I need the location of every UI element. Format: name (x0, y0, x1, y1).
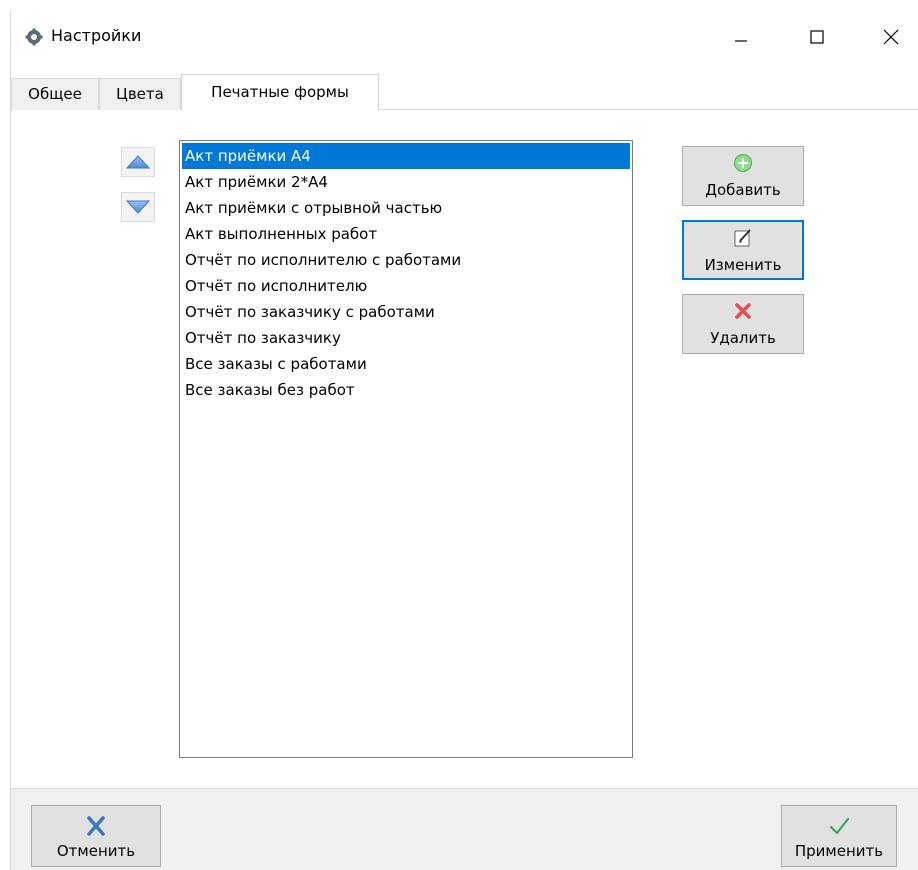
list-item[interactable]: Отчёт по исполнителю (182, 273, 630, 299)
edit-button[interactable]: Изменить (682, 220, 804, 280)
print-forms-panel: Акт приёмки А4 Акт приёмки 2*А4 Акт приё… (11, 110, 918, 788)
delete-button-label: Удалить (710, 329, 776, 347)
tab-colors[interactable]: Цвета (99, 78, 181, 110)
move-down-button[interactable] (121, 192, 155, 222)
list-item[interactable]: Акт приёмки 2*А4 (182, 169, 630, 195)
maximize-button[interactable] (794, 10, 840, 64)
title-bar[interactable]: Настройки (11, 10, 918, 64)
list-item[interactable]: Отчёт по исполнителю с работами (182, 247, 630, 273)
list-item[interactable]: Все заказы без работ (182, 377, 630, 403)
settings-window: Настройки Общее Цвета Печатные формы Акт… (10, 10, 918, 870)
list-item[interactable]: Акт приёмки А4 (182, 143, 630, 169)
maximize-icon (810, 30, 824, 44)
arrow-down-icon (126, 200, 150, 214)
minimize-icon (735, 40, 747, 42)
checkmark-icon (829, 817, 850, 835)
list-item[interactable]: Отчёт по заказчику с работами (182, 299, 630, 325)
list-item[interactable]: Акт выполненных работ (182, 221, 630, 247)
arrow-up-icon (126, 155, 150, 169)
cancel-x-icon (87, 816, 105, 836)
add-button[interactable]: Добавить (682, 146, 804, 206)
close-icon (883, 29, 899, 45)
cancel-button[interactable]: Отменить (31, 805, 161, 867)
add-button-label: Добавить (705, 181, 781, 199)
list-item[interactable]: Отчёт по заказчику (182, 325, 630, 351)
delete-x-icon (735, 303, 751, 319)
bottom-bar: Отменить Применить (11, 788, 918, 870)
tab-general[interactable]: Общее (11, 78, 99, 110)
close-button[interactable] (868, 10, 914, 64)
plus-circle-icon (734, 154, 752, 172)
tab-strip: Общее Цвета Печатные формы (11, 74, 918, 111)
list-item[interactable]: Акт приёмки с отрывной частью (182, 195, 630, 221)
print-forms-list[interactable]: Акт приёмки А4 Акт приёмки 2*А4 Акт приё… (179, 140, 633, 758)
delete-button[interactable]: Удалить (682, 294, 804, 354)
list-item[interactable]: Все заказы с работами (182, 351, 630, 377)
window-title: Настройки (51, 26, 142, 45)
cancel-button-label: Отменить (56, 842, 136, 860)
move-up-button[interactable] (121, 147, 155, 177)
tab-print-forms[interactable]: Печатные формы (181, 74, 379, 111)
apply-button[interactable]: Применить (781, 805, 897, 867)
edit-button-label: Изменить (704, 256, 782, 274)
gear-icon (25, 28, 43, 46)
minimize-button[interactable] (718, 10, 764, 64)
edit-icon (734, 229, 751, 247)
apply-button-label: Применить (794, 842, 884, 860)
